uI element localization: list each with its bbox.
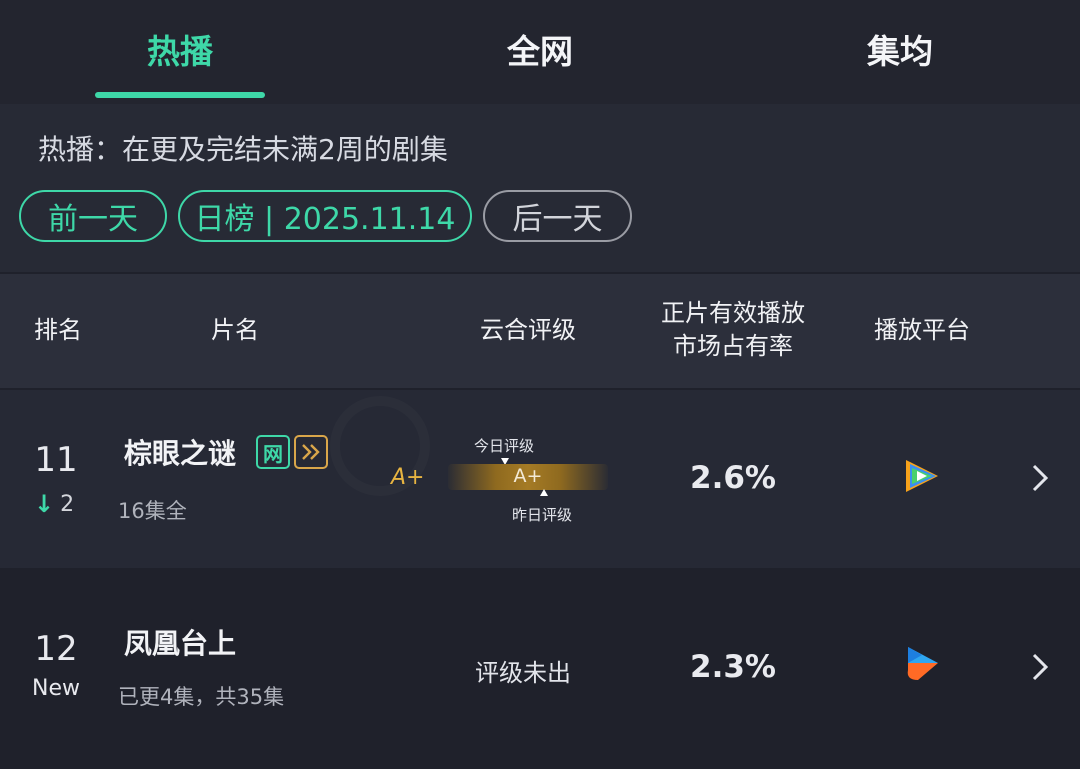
double-chevron-icon (294, 435, 328, 469)
daily-chart-date-button[interactable]: 日榜 | 2025.11.14 (178, 190, 472, 242)
tab-bar: 热播 全网 集均 (0, 0, 1080, 104)
yesterday-marker-icon (540, 489, 548, 496)
rank-number: 12 (34, 629, 78, 669)
episode-info: 16集全 (118, 499, 187, 523)
market-share: 2.3% (690, 649, 776, 685)
new-entry-tag: New (32, 676, 80, 701)
gauge-grade: A+ (513, 465, 543, 487)
yesterday-grade-label: 昨日评级 (512, 506, 573, 524)
next-day-button[interactable]: 后一天 (483, 190, 632, 242)
header-title: 片名 (211, 316, 259, 344)
rank-change-value: 2 (60, 491, 75, 517)
tab-hot[interactable]: 热播 (0, 0, 360, 104)
header-share-line2: 市场占有率 (673, 332, 793, 360)
tab-all-network[interactable]: 全网 (360, 0, 720, 104)
header-share-line1: 正片有效播放 (661, 299, 805, 327)
youku-icon[interactable] (900, 644, 944, 684)
list-description: 热播：在更及完结未满2周的剧集 (38, 133, 448, 166)
header-rank: 排名 (34, 316, 82, 344)
grade-gauge: A+ (448, 464, 608, 490)
row-chevron-right-icon[interactable] (1028, 651, 1052, 683)
rank-number: 11 (34, 440, 78, 480)
rank-change: ↓ 2 (34, 490, 74, 518)
network-drama-badge: 网 (256, 435, 290, 469)
drama-title[interactable]: 凤凰台上 (124, 622, 236, 662)
active-tab-indicator (95, 92, 265, 98)
rating-pending: 评级未出 (475, 659, 571, 687)
header-rating: 云合评级 (480, 316, 576, 344)
header-platform: 播放平台 (874, 316, 970, 344)
tencent-video-icon[interactable] (900, 456, 944, 496)
tab-per-episode[interactable]: 集均 (720, 0, 1080, 104)
arrow-down-icon: ↓ (34, 490, 55, 518)
current-grade: A+ (391, 465, 425, 490)
table-header: 排名 片名 云合评级 正片有效播放 市场占有率 播放平台 (0, 274, 1080, 388)
row-chevron-right-icon[interactable] (1028, 462, 1052, 494)
market-share: 2.6% (690, 460, 776, 496)
drama-title[interactable]: 棕眼之谜 (124, 432, 236, 472)
episode-info: 已更4集，共35集 (118, 685, 285, 709)
today-grade-label: 今日评级 (474, 437, 535, 455)
prev-day-button[interactable]: 前一天 (19, 190, 167, 242)
